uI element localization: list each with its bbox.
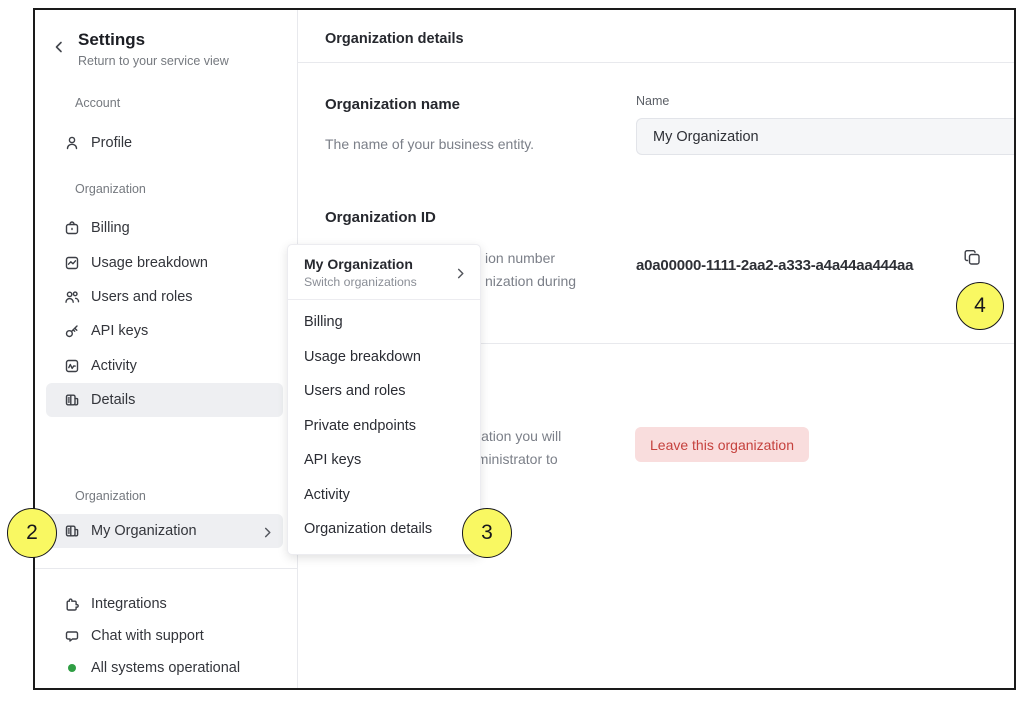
org-name-section-description: The name of your business entity. bbox=[325, 136, 534, 152]
sidebar-item-system-status[interactable]: All systems operational bbox=[46, 654, 283, 682]
leave-description-fragment: ization you will bbox=[471, 428, 561, 444]
users-icon bbox=[64, 289, 80, 305]
dropdown-item-users-and-roles[interactable]: Users and roles bbox=[288, 374, 480, 409]
org-id-section-title: Organization ID bbox=[325, 209, 436, 226]
sidebar-item-label: API keys bbox=[91, 323, 148, 339]
billing-icon bbox=[64, 220, 80, 236]
sidebar-item-profile[interactable]: Profile bbox=[46, 126, 283, 160]
dropdown-item-private-endpoints[interactable]: Private endpoints bbox=[288, 409, 480, 444]
sidebar-item-label: Usage breakdown bbox=[91, 255, 208, 271]
dropdown-subtitle: Switch organizations bbox=[304, 275, 466, 289]
annotation-badge-4: 4 bbox=[956, 282, 1004, 330]
organization-details-icon bbox=[64, 392, 80, 408]
sidebar-item-details[interactable]: Details bbox=[46, 383, 283, 417]
person-icon bbox=[64, 135, 80, 151]
sidebar-item-label: Users and roles bbox=[91, 289, 193, 305]
sidebar-item-api-keys[interactable]: API keys bbox=[46, 314, 283, 348]
key-icon bbox=[64, 323, 80, 339]
organization-icon bbox=[64, 523, 80, 539]
page-title: Organization details bbox=[325, 31, 464, 47]
header-divider bbox=[298, 62, 1014, 63]
sidebar-item-label: Activity bbox=[91, 358, 137, 374]
dropdown-title: My Organization bbox=[304, 256, 466, 272]
dropdown-header-my-organization[interactable]: My Organization Switch organizations bbox=[288, 245, 480, 299]
util-item-label: Integrations bbox=[91, 596, 167, 612]
name-input[interactable]: My Organization bbox=[636, 118, 1014, 155]
sidebar-item-label: Billing bbox=[91, 220, 130, 236]
annotation-badge-2: 2 bbox=[7, 508, 57, 558]
sidebar-item-label: My Organization bbox=[91, 523, 197, 539]
sidebar-item-billing[interactable]: Billing bbox=[46, 211, 283, 245]
leave-organization-button[interactable]: Leave this organization bbox=[635, 427, 809, 462]
organization-id-value: a0a00000-1111-2aa2-a333-a4a44aa444aa bbox=[636, 257, 913, 274]
status-label: All systems operational bbox=[91, 660, 240, 676]
util-item-label: Chat with support bbox=[91, 628, 204, 644]
sidebar-item-chat-support[interactable]: Chat with support bbox=[46, 622, 283, 650]
section-label-account: Account bbox=[75, 96, 120, 110]
puzzle-icon bbox=[64, 596, 80, 612]
chevron-right-icon bbox=[262, 526, 273, 537]
dropdown-item-organization-details[interactable]: Organization details bbox=[288, 512, 480, 547]
copy-icon[interactable] bbox=[963, 248, 983, 268]
settings-sidebar: Settings Return to your service view Acc… bbox=[35, 10, 298, 688]
leave-description-fragment: dministrator to bbox=[469, 451, 558, 467]
dropdown-item-activity[interactable]: Activity bbox=[288, 478, 480, 513]
status-dot-icon bbox=[68, 664, 76, 672]
org-id-description-fragment: ion number bbox=[485, 250, 555, 266]
back-chevron-icon[interactable] bbox=[53, 40, 65, 52]
sidebar-title: Settings bbox=[78, 30, 145, 50]
annotation-badge-3: 3 bbox=[462, 508, 512, 558]
usage-chart-icon bbox=[64, 255, 80, 271]
sidebar-item-integrations[interactable]: Integrations bbox=[46, 590, 283, 618]
chat-bubble-icon bbox=[64, 628, 80, 644]
sidebar-item-activity[interactable]: Activity bbox=[46, 349, 283, 383]
sidebar-subtitle[interactable]: Return to your service view bbox=[78, 54, 229, 68]
org-id-description-fragment: nization during bbox=[485, 273, 576, 289]
section-label-organization: Organization bbox=[75, 182, 146, 196]
dropdown-item-usage-breakdown[interactable]: Usage breakdown bbox=[288, 340, 480, 375]
org-name-section-title: Organization name bbox=[325, 96, 460, 113]
sidebar-item-label: Profile bbox=[91, 135, 132, 151]
sidebar-item-label: Details bbox=[91, 392, 135, 408]
dropdown-item-api-keys[interactable]: API keys bbox=[288, 443, 480, 478]
chevron-right-icon bbox=[455, 266, 466, 277]
name-input-value: My Organization bbox=[653, 129, 759, 145]
name-field-label: Name bbox=[636, 94, 669, 108]
sidebar-item-usage-breakdown[interactable]: Usage breakdown bbox=[46, 246, 283, 280]
dropdown-divider bbox=[288, 299, 480, 300]
sidebar-item-users-and-roles[interactable]: Users and roles bbox=[46, 280, 283, 314]
app-window: Settings Return to your service view Acc… bbox=[33, 8, 1016, 690]
activity-icon bbox=[64, 358, 80, 374]
sidebar-divider bbox=[35, 568, 298, 569]
organization-dropdown-menu: My Organization Switch organizations Bil… bbox=[287, 244, 481, 555]
section-label-organization-2: Organization bbox=[75, 489, 146, 503]
dropdown-item-billing[interactable]: Billing bbox=[288, 305, 480, 340]
sidebar-item-my-organization[interactable]: My Organization bbox=[46, 514, 283, 548]
